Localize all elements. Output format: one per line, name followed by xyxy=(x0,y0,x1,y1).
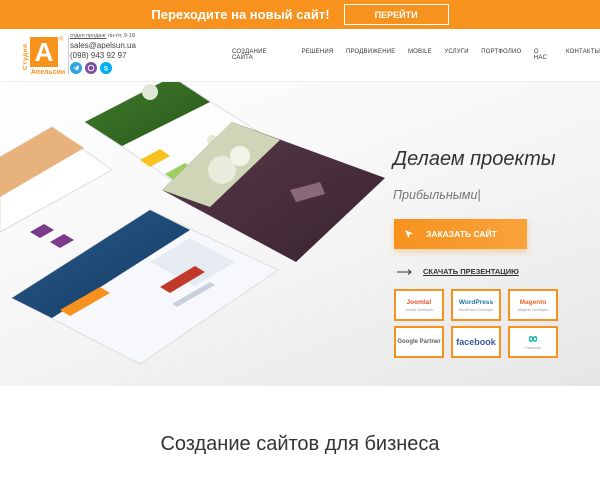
go-new-site-button[interactable]: ПЕРЕЙТИ xyxy=(343,4,449,25)
svg-text:S: S xyxy=(104,65,109,72)
divider xyxy=(68,37,69,75)
badge-wordpress-name: WordPress xyxy=(458,298,494,306)
logo-letter: А xyxy=(30,37,58,67)
portfolio-mockups-image xyxy=(0,82,385,365)
telegram-icon[interactable] xyxy=(70,62,82,74)
download-presentation-link[interactable]: СКАЧАТЬ ПРЕЗЕНТАЦИЮ xyxy=(423,267,519,276)
nav-item-portfolio[interactable]: ПОРТФОЛИО xyxy=(481,49,521,61)
nav-item-services[interactable]: УСЛУГИ xyxy=(444,49,468,61)
hero-title: Делаем проекты xyxy=(393,148,556,170)
sales-hours-value: пн-пт, 9-18 xyxy=(108,33,135,39)
cursor-icon xyxy=(405,230,413,238)
order-site-label: ЗАКАЗАТЬ САЙТ xyxy=(426,229,497,239)
order-site-button[interactable]: ЗАКАЗАТЬ САЙТ xyxy=(394,219,527,249)
badge-facebook-name: facebook xyxy=(456,337,496,347)
nav-item-promotion[interactable]: ПРОДВИЖЕНИЕ xyxy=(346,49,396,61)
messenger-icons: S xyxy=(70,62,160,74)
main-nav: СОЗДАНИЕ САЙТА РЕШЕНИЯ ПРОДВИЖЕНИЕ MOBIL… xyxy=(232,49,600,61)
badge-google-partner-name: Google Partner xyxy=(397,339,441,345)
badge-joomla[interactable]: Joomla! Joomla Developer xyxy=(394,289,444,321)
nav-item-solutions[interactable]: РЕШЕНИЯ xyxy=(302,49,334,61)
logo[interactable]: Студия А ® Апельсин xyxy=(22,34,66,79)
nav-item-about[interactable]: О НАС xyxy=(534,49,554,61)
sales-phone[interactable]: (098) 943 92 97 xyxy=(70,51,160,60)
badge-facebook-marketing[interactable]: Facebook xyxy=(508,326,558,358)
badge-google-partner[interactable]: Google Partner xyxy=(394,326,444,358)
promo-text: Переходите на новый сайт! xyxy=(151,7,330,22)
download-presentation-row[interactable]: СКАЧАТЬ ПРЕЗЕНТАЦИЮ xyxy=(397,267,519,276)
badge-facebook-marketing-name: Facebook xyxy=(525,346,541,350)
site-header: Студия А ® Апельсин отдел продаж: пн-пт,… xyxy=(0,29,600,82)
badge-joomla-name: Joomla! xyxy=(406,298,432,306)
badge-joomla-sub: Joomla Developer xyxy=(404,307,434,312)
badge-wordpress[interactable]: WordPress WordPress Developer xyxy=(451,289,501,321)
sales-hours: отдел продаж: пн-пт, 9-18 xyxy=(70,33,160,39)
nav-item-site-creation[interactable]: СОЗДАНИЕ САЙТА xyxy=(232,49,289,61)
logo-name: Апельсин xyxy=(30,69,66,76)
contact-block: отдел продаж: пн-пт, 9-18 sales@apelsun.… xyxy=(70,33,160,74)
hero-section: Делаем проекты Прибыльными| ЗАКАЗАТЬ САЙ… xyxy=(0,82,600,386)
logo-registered-mark: ® xyxy=(59,37,64,43)
mockup-orange-site xyxy=(0,126,113,248)
section-title: Создание сайтов для бизнеса xyxy=(160,433,440,455)
badge-magento[interactable]: Magento Magento Developer xyxy=(508,289,558,321)
badge-facebook[interactable]: facebook xyxy=(451,326,501,358)
infinity-icon xyxy=(528,336,538,342)
nav-item-contacts[interactable]: КОНТАКТЫ xyxy=(566,49,600,61)
sales-email[interactable]: sales@apelsun.ua xyxy=(70,41,160,50)
skype-icon[interactable]: S xyxy=(100,62,112,74)
sales-hours-label: отдел продаж: xyxy=(70,33,107,39)
badge-magento-name: Magento xyxy=(519,298,547,306)
badge-wordpress-sub: WordPress Developer xyxy=(458,307,494,312)
nav-item-mobile[interactable]: MOBILE xyxy=(408,49,432,61)
badge-magento-sub: Magento Developer xyxy=(517,307,549,312)
hero-subtitle: Прибыльными| xyxy=(393,188,481,202)
viber-icon[interactable] xyxy=(85,62,97,74)
mockup-blue-site xyxy=(10,209,280,365)
promo-bar: Переходите на новый сайт! ПЕРЕЙТИ xyxy=(0,0,600,29)
arrow-right-icon xyxy=(397,268,412,275)
